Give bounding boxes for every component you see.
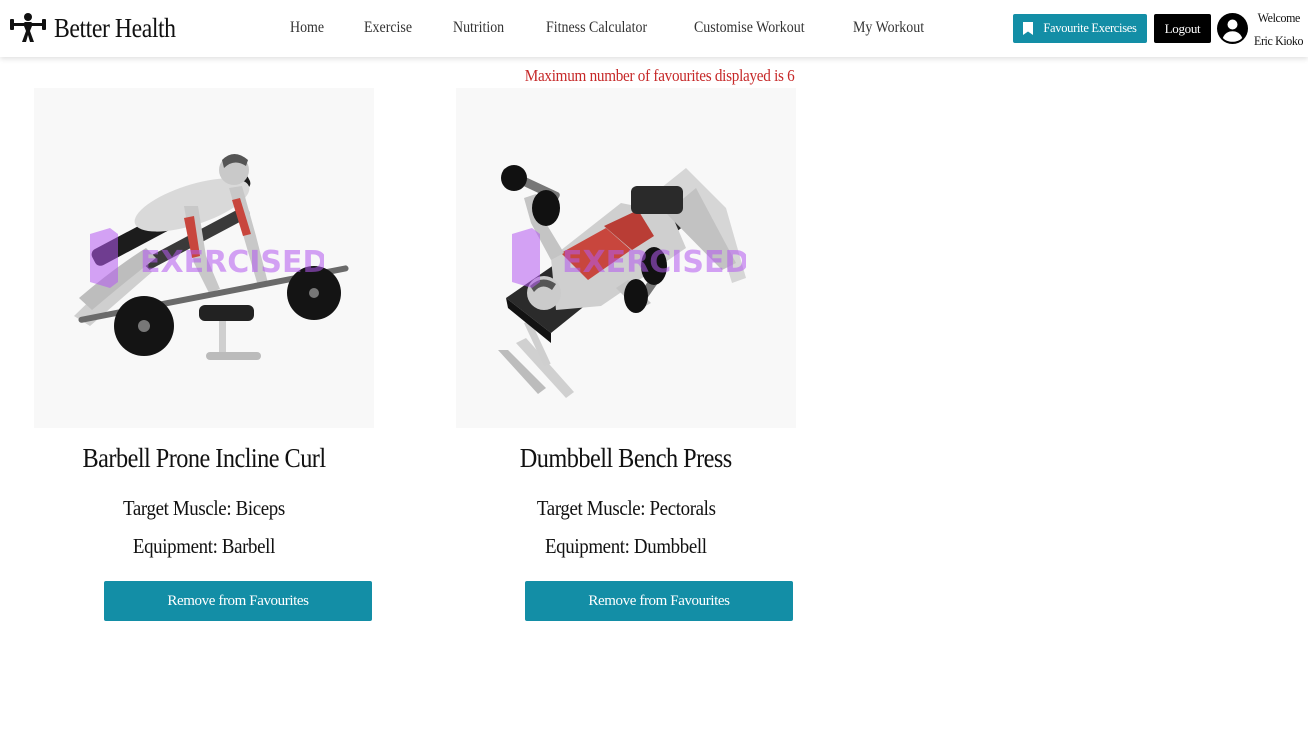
equipment-text: Equipment: Barbell xyxy=(132,534,276,558)
exercise-card: EXERCISEDB Dumbbell Bench Press Target M… xyxy=(456,88,796,621)
watermark-text: EXERCISEDB xyxy=(140,245,324,280)
equipment-text: Equipment: Dumbbell xyxy=(545,534,707,558)
target-muscle-text: Target Muscle: Biceps xyxy=(123,496,285,520)
equipment: Equipment: Barbell xyxy=(0,534,414,559)
logout-button[interactable]: Logout xyxy=(1154,14,1211,43)
nav-my-workout[interactable]: My Workout xyxy=(853,19,924,37)
user-name: Eric Kioko xyxy=(1254,33,1304,48)
favourites-limit-text: Maximum number of favourites displayed i… xyxy=(525,66,795,85)
exercise-title-text: Dumbbell Bench Press xyxy=(520,443,732,473)
target-muscle-text: Target Muscle: Pectorals xyxy=(536,496,716,520)
weightlifter-logo-icon xyxy=(10,13,46,42)
favourite-exercises-label: Favourite Exercises xyxy=(1043,21,1137,35)
top-navbar: Better Health Home Exercise Nutrition Fi… xyxy=(0,0,1308,57)
exercise-title: Dumbbell Bench Press xyxy=(416,443,836,474)
exercisedb-watermark-icon: EXERCISEDB xyxy=(512,228,746,288)
nav-home[interactable]: Home xyxy=(290,19,324,37)
bookmark-icon xyxy=(1023,22,1034,35)
nav-nutrition[interactable]: Nutrition xyxy=(453,19,504,37)
welcome-greeting: Welcome xyxy=(1257,10,1301,25)
brand-name: Better Health xyxy=(54,12,176,43)
user-avatar-icon[interactable] xyxy=(1217,13,1248,44)
equipment: Equipment: Dumbbell xyxy=(416,534,836,559)
exercise-image: EXERCISEDB xyxy=(34,88,374,428)
nav-links: Home Exercise Nutrition Fitness Calculat… xyxy=(290,17,968,39)
favourites-limit-notice: Maximum number of favourites displayed i… xyxy=(0,66,1308,86)
remove-from-favourites-button[interactable]: Remove from Favourites xyxy=(104,581,372,621)
nav-customise-workout[interactable]: Customise Workout xyxy=(694,19,805,37)
favourite-exercises-button[interactable]: Favourite Exercises xyxy=(1013,14,1147,43)
nav-exercise[interactable]: Exercise xyxy=(364,19,412,37)
exercise-title-text: Barbell Prone Incline Curl xyxy=(82,443,326,473)
watermark-text: EXERCISEDB xyxy=(562,245,746,280)
remove-from-favourites-button[interactable]: Remove from Favourites xyxy=(525,581,793,621)
target-muscle: Target Muscle: Pectorals xyxy=(416,496,836,521)
exercisedb-watermark-icon: EXERCISEDB xyxy=(90,228,324,288)
exercise-image: EXERCISEDB xyxy=(456,88,796,428)
brand-link[interactable]: Better Health xyxy=(8,10,192,46)
nav-fitness-calculator[interactable]: Fitness Calculator xyxy=(546,19,647,37)
target-muscle: Target Muscle: Biceps xyxy=(0,496,414,521)
welcome-text: Welcome Eric Kioko xyxy=(1254,6,1304,52)
exercise-title: Barbell Prone Incline Curl xyxy=(0,443,414,474)
exercise-card: EXERCISEDB Barbell Prone Incline Curl Ta… xyxy=(34,88,374,621)
